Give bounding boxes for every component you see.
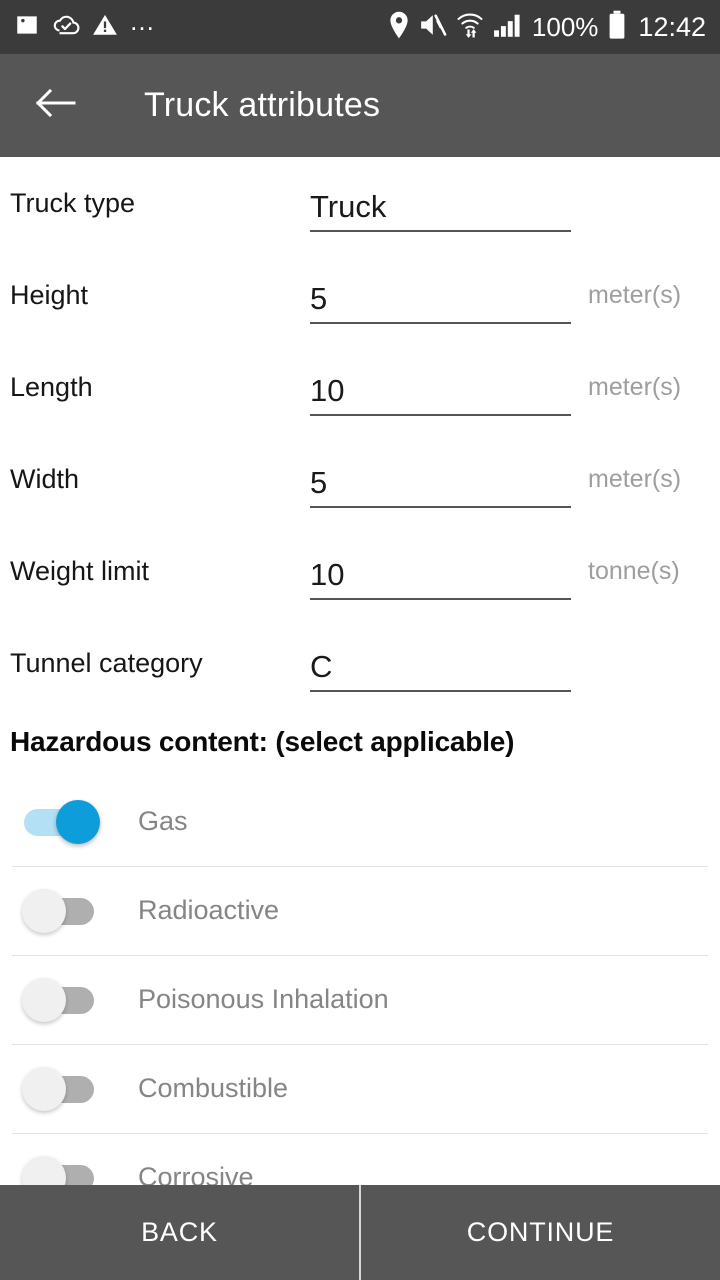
field-row-height: Height 5 meter(s)	[0, 249, 720, 341]
input-truck-type[interactable]: Truck	[310, 188, 571, 232]
status-bar-left-icons: …	[14, 6, 388, 43]
back-action-button[interactable]: BACK	[0, 1185, 359, 1280]
volume-muted-icon	[419, 12, 447, 43]
value-truck-type: Truck	[310, 189, 387, 224]
hazard-row-poisonous-inhalation[interactable]: Poisonous Inhalation	[0, 955, 720, 1044]
unit-length: meter(s)	[588, 372, 682, 401]
toggle-thumb	[22, 1066, 66, 1111]
status-bar-clock: 12:42	[638, 11, 706, 42]
warning-triangle-icon	[92, 12, 118, 43]
toggle-radioactive[interactable]	[22, 888, 100, 933]
field-row-width: Width 5 meter(s)	[0, 433, 720, 525]
back-button[interactable]	[28, 78, 84, 134]
hazard-label-gas: Gas	[138, 806, 188, 836]
value-width: 5	[310, 465, 328, 500]
hazard-row-radioactive[interactable]: Radioactive	[0, 866, 720, 955]
back-arrow-icon	[35, 87, 77, 124]
unit-height: meter(s)	[588, 280, 682, 309]
label-tunnel-category: Tunnel category	[10, 647, 203, 678]
field-row-weight-limit: Weight limit 10 tonne(s)	[0, 525, 720, 617]
value-weight-limit: 10	[310, 557, 345, 592]
unit-width: meter(s)	[588, 464, 682, 493]
truck-attributes-form: Truck type Truck Height 5 meter(s) Lengt…	[0, 157, 720, 709]
toggle-thumb	[22, 888, 66, 933]
value-height: 5	[310, 281, 328, 316]
page-title: Truck attributes	[144, 86, 381, 124]
label-weight-limit: Weight limit	[10, 555, 150, 586]
label-height: Height	[10, 279, 89, 310]
battery-full-icon	[607, 10, 627, 45]
app-screen: … 100% 12:42 Truck attributes Truck type…	[0, 0, 720, 1280]
hazard-label-radioactive: Radioactive	[138, 895, 280, 925]
hazardous-content-list: Gas Radioactive Poisonous Inhalation Com…	[0, 777, 720, 1222]
hazardous-content-heading: Hazardous content: (select applicable)	[10, 726, 515, 757]
toggle-poisonous-inhalation[interactable]	[22, 977, 100, 1022]
status-bar-right-icons: 100% 12:42	[388, 10, 706, 45]
more-dots-icon: …	[129, 6, 157, 36]
hazard-row-combustible[interactable]: Combustible	[0, 1044, 720, 1133]
label-truck-type: Truck type	[10, 187, 136, 218]
value-tunnel-category: C	[310, 649, 333, 684]
toggle-gas[interactable]	[22, 799, 100, 844]
input-width[interactable]: 5	[310, 464, 571, 508]
toggle-thumb	[22, 977, 66, 1022]
hazard-label-poisonous-inhalation: Poisonous Inhalation	[138, 984, 389, 1014]
wifi-transfer-icon	[456, 11, 484, 44]
input-height[interactable]: 5	[310, 280, 571, 324]
value-length: 10	[310, 373, 345, 408]
toggle-thumb	[56, 799, 100, 844]
field-row-tunnel-category: Tunnel category C	[0, 617, 720, 709]
input-tunnel-category[interactable]: C	[310, 648, 571, 692]
location-pin-icon	[388, 11, 410, 44]
app-bar: Truck attributes	[0, 54, 720, 157]
label-length: Length	[10, 371, 93, 402]
input-length[interactable]: 10	[310, 372, 571, 416]
bottom-action-bar: BACK CONTINUE	[0, 1185, 720, 1280]
hazard-row-gas[interactable]: Gas	[0, 777, 720, 866]
battery-percent-label: 100%	[531, 11, 599, 42]
cellular-signal-icon	[493, 12, 523, 43]
field-row-length: Length 10 meter(s)	[0, 341, 720, 433]
toggle-combustible[interactable]	[22, 1066, 100, 1111]
status-bar: … 100% 12:42	[0, 0, 720, 54]
hazard-label-combustible: Combustible	[138, 1073, 289, 1103]
cloud-done-icon	[51, 12, 81, 43]
continue-action-button[interactable]: CONTINUE	[361, 1185, 720, 1280]
image-icon	[14, 12, 40, 43]
field-row-truck-type: Truck type Truck	[0, 157, 720, 249]
label-width: Width	[10, 463, 80, 494]
unit-weight-limit: tonne(s)	[588, 556, 680, 585]
input-weight-limit[interactable]: 10	[310, 556, 571, 600]
